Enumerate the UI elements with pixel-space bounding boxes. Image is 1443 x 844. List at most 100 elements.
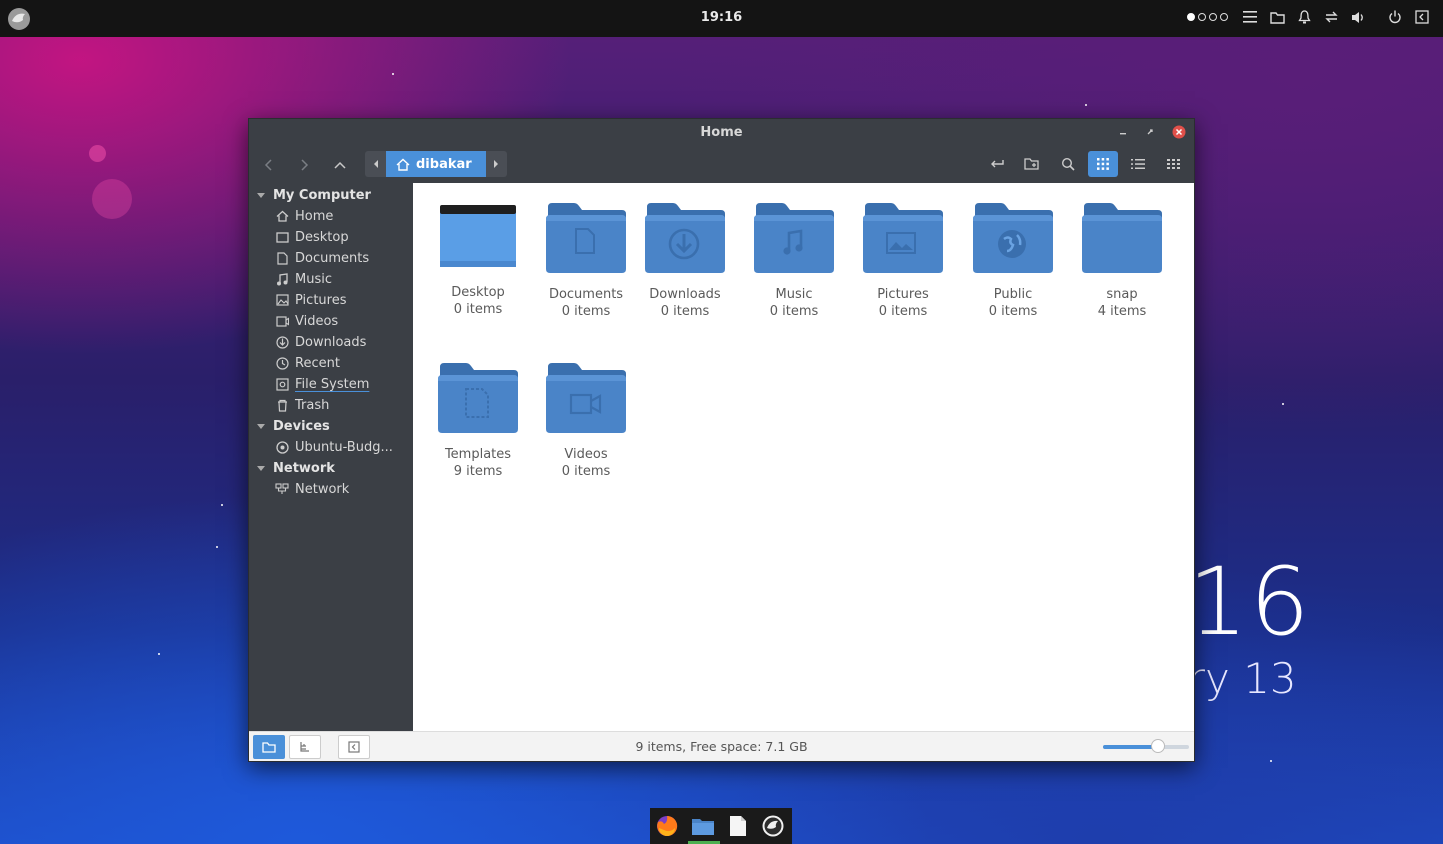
sidebar-item-music[interactable]: Music xyxy=(275,269,332,289)
star-decoration xyxy=(392,73,394,75)
file-item-count: 4 items xyxy=(1097,304,1147,319)
file-item-desktop[interactable]: Desktop 0 items xyxy=(428,201,528,317)
search-button[interactable] xyxy=(1053,151,1083,177)
music-icon xyxy=(275,272,289,286)
breadcrumb-home[interactable]: dibakar xyxy=(386,151,486,177)
file-item-downloads[interactable]: Downloads 0 items xyxy=(635,201,735,319)
firefox-icon[interactable] xyxy=(653,812,681,840)
back-button[interactable] xyxy=(257,153,281,177)
up-button[interactable] xyxy=(328,153,352,177)
sidebar-section-label: My Computer xyxy=(273,187,371,203)
sidebar-section-network[interactable]: Network xyxy=(257,458,335,478)
sidebar-item-ubuntu-budg[interactable]: Ubuntu-Budg... xyxy=(275,437,393,457)
sidebar-item-label: Videos xyxy=(295,313,339,329)
sidebar-item-label: Trash xyxy=(295,397,330,413)
forward-button[interactable] xyxy=(292,153,316,177)
file-item-public[interactable]: Public 0 items xyxy=(963,201,1063,319)
star-decoration xyxy=(221,504,223,506)
minimize-button[interactable] xyxy=(1116,125,1130,139)
file-item-music[interactable]: Music 0 items xyxy=(744,201,844,319)
network-arrows-icon[interactable] xyxy=(1322,8,1340,26)
downloads-folder-icon xyxy=(635,201,735,275)
documents-folder-icon xyxy=(536,201,636,275)
workspace-3[interactable] xyxy=(1209,13,1217,21)
compact-view-button[interactable] xyxy=(1159,151,1189,177)
sidebar-item-label: Ubuntu-Budg... xyxy=(295,439,393,455)
workspace-4[interactable] xyxy=(1220,13,1228,21)
breadcrumb-left-button[interactable] xyxy=(365,151,386,177)
sidebar-item-documents[interactable]: Documents xyxy=(275,248,369,268)
budgie-icon[interactable] xyxy=(759,812,787,840)
new-folder-button[interactable] xyxy=(1017,151,1047,177)
sidebar-item-network[interactable]: Network xyxy=(275,479,349,499)
sidebar-section-devices[interactable]: Devices xyxy=(257,416,330,436)
sidebar-item-recent[interactable]: Recent xyxy=(275,353,340,373)
file-name: snap xyxy=(1106,287,1138,302)
picture-icon xyxy=(275,293,289,307)
file-name: Music xyxy=(775,287,813,302)
expander-triangle-icon xyxy=(257,192,265,198)
sidebar-item-file-system[interactable]: File System xyxy=(275,374,369,394)
dock xyxy=(650,808,792,844)
file-view[interactable]: Desktop 0 items Documents 0 items Downloads 0… xyxy=(413,183,1194,731)
icon-view-button[interactable] xyxy=(1088,151,1118,177)
file-name: Public xyxy=(993,287,1033,302)
file-item-templates[interactable]: Templates 9 items xyxy=(428,361,528,479)
window-title: Home xyxy=(700,125,743,140)
trash-icon xyxy=(275,398,289,412)
sidebar-section-label: Network xyxy=(273,460,335,476)
list-view-button[interactable] xyxy=(1123,151,1153,177)
maximize-button[interactable] xyxy=(1143,125,1157,139)
breadcrumb-right-button[interactable] xyxy=(485,151,507,177)
expander-triangle-icon xyxy=(257,465,265,471)
star-decoration xyxy=(1085,104,1087,106)
file-item-count: 0 items xyxy=(660,304,710,319)
text-editor-icon[interactable] xyxy=(724,812,752,840)
sidebar-item-downloads[interactable]: Downloads xyxy=(275,332,366,352)
sidebar-item-home[interactable]: Home xyxy=(275,206,333,226)
volume-icon[interactable] xyxy=(1349,8,1367,26)
zoom-slider-fill xyxy=(1103,745,1159,749)
sidebar-item-videos[interactable]: Videos xyxy=(275,311,338,331)
file-item-count: 0 items xyxy=(769,304,819,319)
file-name: Videos xyxy=(564,447,608,462)
files-icon[interactable] xyxy=(689,812,717,840)
sidebar-section-my-computer[interactable]: My Computer xyxy=(257,185,371,205)
file-name: Downloads xyxy=(649,287,721,302)
desktop-clock: 16 xyxy=(1188,548,1312,657)
zoom-slider[interactable] xyxy=(1103,739,1189,753)
bubble-decoration xyxy=(89,145,106,162)
folder-tray-icon[interactable] xyxy=(1268,8,1286,26)
workspace-switcher[interactable] xyxy=(1187,13,1228,21)
desktop-folder-icon xyxy=(428,201,528,273)
zoom-slider-handle[interactable] xyxy=(1151,739,1166,753)
desktop-icon xyxy=(275,230,289,244)
close-button[interactable] xyxy=(1172,125,1186,139)
file-item-pictures[interactable]: Pictures 0 items xyxy=(853,201,953,319)
sidebar-item-desktop[interactable]: Desktop xyxy=(275,227,349,247)
workspace-1[interactable] xyxy=(1187,13,1195,21)
file-name: Documents xyxy=(548,287,624,302)
toggle-location-button[interactable] xyxy=(982,151,1012,177)
status-text: 9 items, Free space: 7.1 GB xyxy=(635,739,808,754)
menu-lines-icon[interactable] xyxy=(1241,8,1259,26)
sidebar-item-label: Downloads xyxy=(295,334,367,350)
file-item-snap[interactable]: snap 4 items xyxy=(1072,201,1172,319)
power-icon[interactable] xyxy=(1386,8,1404,26)
file-item-videos[interactable]: Videos 0 items xyxy=(536,361,636,479)
star-decoration xyxy=(158,653,160,655)
file-item-documents[interactable]: Documents 0 items xyxy=(536,201,636,319)
home-icon xyxy=(396,158,410,171)
disc-icon xyxy=(275,440,289,454)
sidebar-item-pictures[interactable]: Pictures xyxy=(275,290,346,310)
plain-folder-icon xyxy=(1072,201,1172,275)
download-icon xyxy=(275,335,289,349)
raven-toggle-icon[interactable] xyxy=(1413,8,1431,26)
file-name: Templates xyxy=(444,447,512,462)
file-manager-window: Home dibakar My Computer Home Desktop Docum… xyxy=(248,118,1195,762)
sidebar-item-trash[interactable]: Trash xyxy=(275,395,329,415)
bell-icon[interactable] xyxy=(1295,8,1313,26)
breadcrumb: dibakar xyxy=(365,151,507,177)
workspace-2[interactable] xyxy=(1198,13,1206,21)
window-titlebar[interactable]: Home xyxy=(249,119,1194,147)
